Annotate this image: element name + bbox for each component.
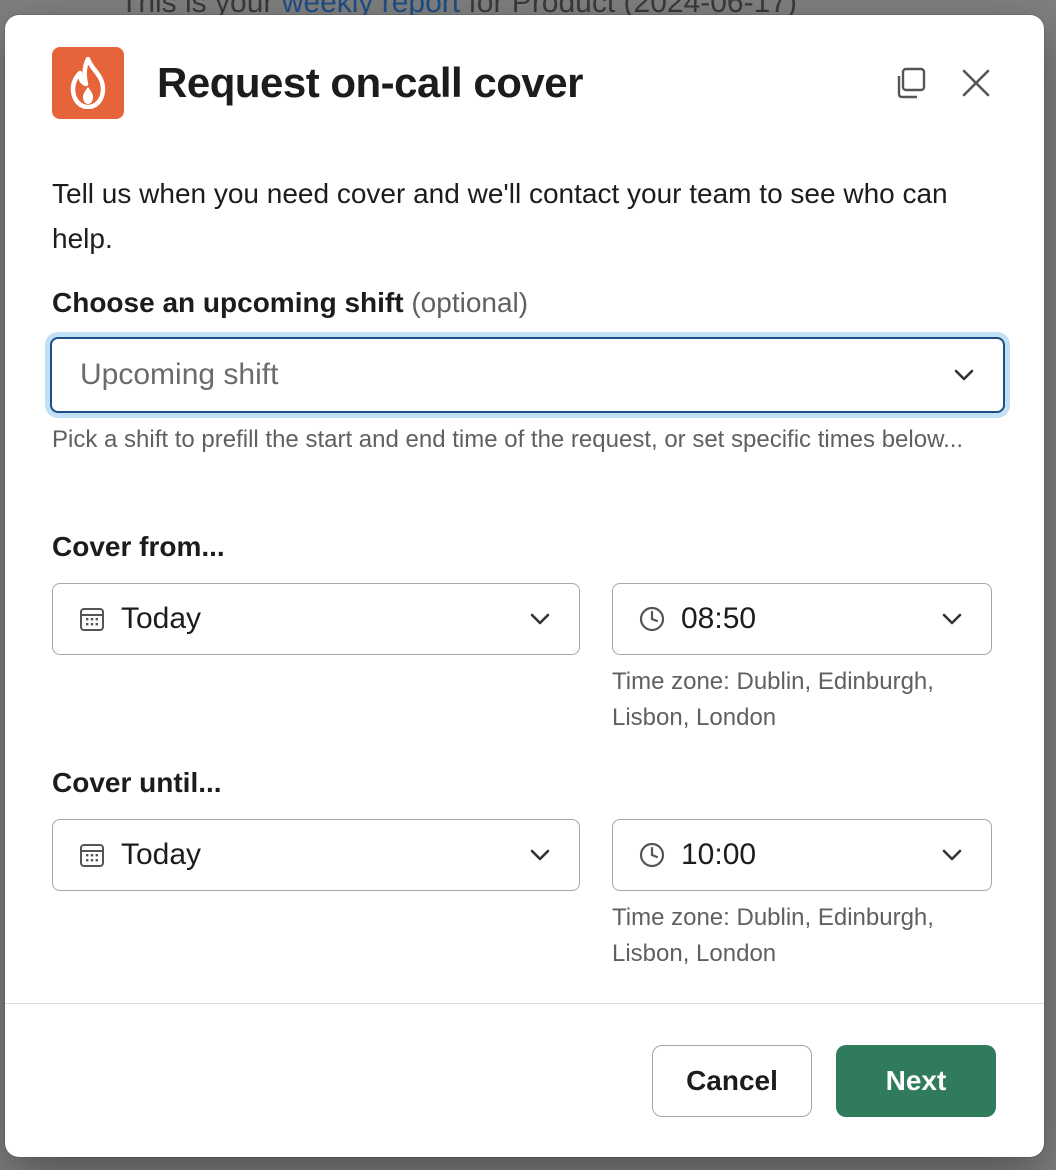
calendar-icon: [77, 604, 107, 634]
chevron-down-icon: [941, 844, 963, 866]
shift-label-text: Choose an upcoming shift: [52, 287, 404, 318]
clock-icon: [637, 604, 667, 634]
footer-divider: [5, 1003, 1044, 1004]
optional-tag: (optional): [411, 287, 529, 318]
intro-text: Tell us when you need cover and we'll co…: [52, 178, 948, 254]
cover-from-time-value: 08:50: [681, 602, 757, 635]
calendar-icon: [77, 840, 107, 870]
shift-hint: Pick a shift to prefill the start and en…: [52, 426, 964, 453]
expand-window-button[interactable]: [890, 63, 930, 103]
app-logo: [52, 47, 124, 119]
shift-label: Choose an upcoming shift (optional): [52, 287, 528, 319]
upcoming-shift-placeholder: Upcoming shift: [80, 358, 279, 391]
next-button[interactable]: Next: [836, 1045, 996, 1117]
chevron-down-icon: [529, 608, 551, 630]
cover-until-time-value: 10:00: [681, 838, 757, 871]
cover-from-date-select[interactable]: Today: [52, 583, 580, 655]
chevron-down-icon: [941, 608, 963, 630]
clock-icon: [637, 840, 667, 870]
close-button[interactable]: [956, 63, 996, 103]
cover-until-date-select[interactable]: Today: [52, 819, 580, 891]
cover-until-timezone: Time zone: Dublin, Edinburgh, Lisbon, Lo…: [612, 904, 934, 967]
cover-from-time-select[interactable]: 08:50: [612, 583, 992, 655]
modal-title: Request on-call cover: [157, 59, 583, 106]
flame-icon: [70, 57, 106, 109]
cover-until-label: Cover until...: [52, 767, 222, 798]
chevron-down-icon: [529, 844, 551, 866]
request-cover-modal: Request on-call cover Tell us when you n…: [5, 15, 1044, 1157]
chevron-down-icon: [953, 364, 975, 386]
cover-until-date-value: Today: [121, 838, 202, 871]
cover-from-label: Cover from...: [52, 531, 225, 562]
copy-window-icon: [897, 67, 926, 99]
cover-until-time-select[interactable]: 10:00: [612, 819, 992, 891]
close-icon: [962, 69, 990, 97]
cover-from-date-value: Today: [121, 602, 202, 635]
upcoming-shift-select[interactable]: Upcoming shift: [50, 337, 1005, 413]
cover-from-timezone: Time zone: Dublin, Edinburgh, Lisbon, Lo…: [612, 668, 934, 731]
cancel-button[interactable]: Cancel: [652, 1045, 812, 1117]
